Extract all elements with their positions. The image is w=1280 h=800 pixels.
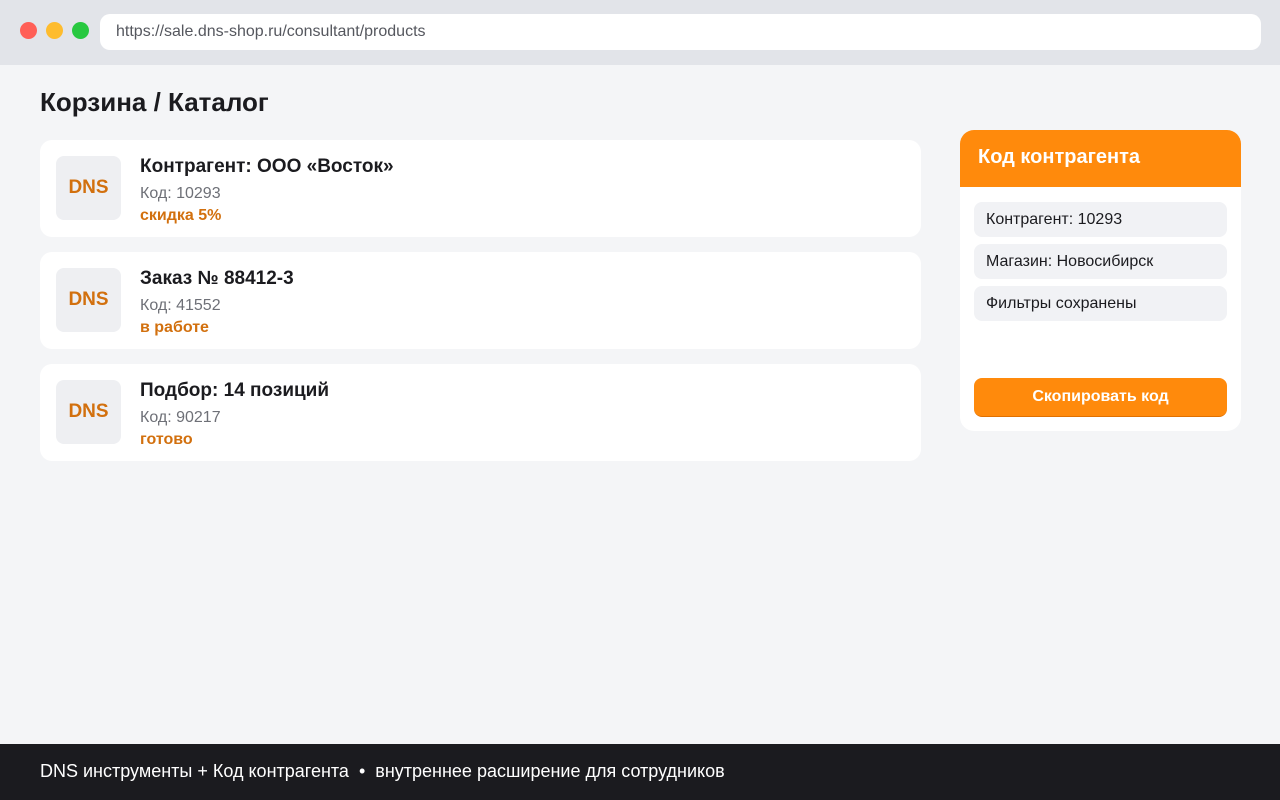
item-code: Код: 90217 — [140, 409, 221, 426]
minimize-window-button[interactable] — [46, 22, 63, 39]
item-code: Код: 10293 — [140, 185, 221, 202]
maximize-window-button[interactable] — [72, 22, 89, 39]
dns-logo: DNS — [56, 156, 121, 220]
item-title: Контрагент: ООО «Восток» — [140, 156, 394, 177]
footer-product-name: DNS инструменты + Код контрагента — [40, 761, 349, 781]
store-row: Магазин: Новосибирск — [974, 244, 1227, 279]
list-item[interactable]: DNS Подбор: 14 позиций Код: 90217 готово — [40, 364, 921, 461]
footer-separator: • — [358, 761, 366, 781]
list-item[interactable]: DNS Контрагент: ООО «Восток» Код: 10293 … — [40, 140, 921, 237]
item-list: DNS Контрагент: ООО «Восток» Код: 10293 … — [40, 140, 921, 476]
filters-row: Фильтры сохранены — [974, 286, 1227, 321]
close-window-button[interactable] — [20, 22, 37, 39]
counterparty-code-panel: Код контрагента Контрагент: 10293 Магази… — [960, 130, 1241, 431]
item-status: скидка 5% — [140, 207, 222, 224]
item-status: готово — [140, 431, 193, 448]
dns-logo: DNS — [56, 268, 121, 332]
copy-code-button[interactable]: Скопировать код — [974, 378, 1227, 417]
page-title: Корзина / Каталог — [40, 87, 269, 117]
browser-toolbar: https://sale.dns-shop.ru/consultant/prod… — [0, 0, 1280, 65]
item-code: Код: 41552 — [140, 297, 221, 314]
address-bar[interactable]: https://sale.dns-shop.ru/consultant/prod… — [100, 14, 1261, 50]
footer-description: внутреннее расширение для сотрудников — [375, 761, 725, 781]
counterparty-row: Контрагент: 10293 — [974, 202, 1227, 237]
dns-logo: DNS — [56, 380, 121, 444]
list-item[interactable]: DNS Заказ № 88412-3 Код: 41552 в работе — [40, 252, 921, 349]
item-status: в работе — [140, 319, 209, 336]
panel-title: Код контрагента — [960, 130, 1241, 187]
item-title: Подбор: 14 позиций — [140, 380, 330, 401]
footer: DNS инструменты + Код контрагента • внутре… — [0, 744, 1280, 800]
item-title: Заказ № 88412-3 — [140, 268, 294, 289]
